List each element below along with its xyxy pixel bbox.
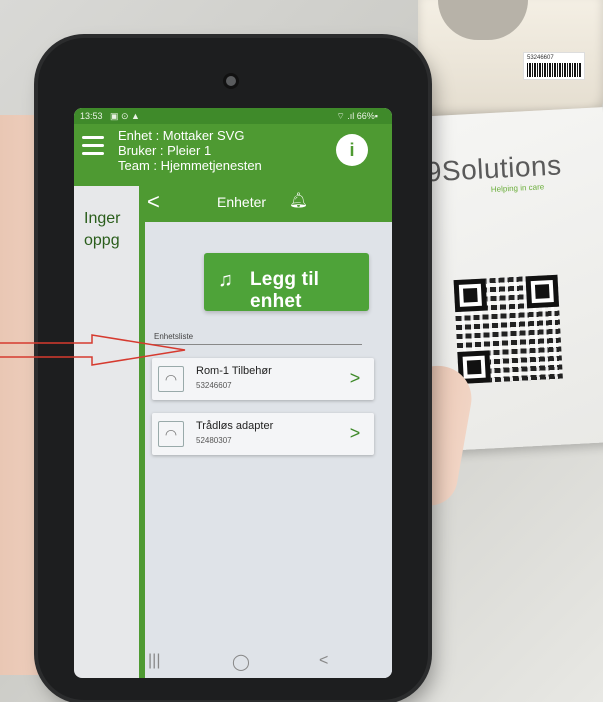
status-indicators: ▣ ⊙ ▲	[110, 111, 140, 121]
user-line: Bruker : Pleier 1	[118, 143, 212, 158]
chevron-right-icon[interactable]: >	[342, 421, 368, 447]
status-signal-battery: ⌔ .ıl 66%▪	[336, 111, 378, 121]
header-info: Enhet : Mottaker SVG Bruker : Pleier 1 T…	[118, 128, 262, 173]
add-device-label: Legg til enhet	[250, 269, 320, 312]
background-line: oppg	[84, 232, 120, 249]
device-name: Trådløs adapter	[196, 420, 274, 432]
add-device-button[interactable]: ♫ Legg til enhet	[204, 253, 369, 312]
nav-back-button[interactable]: <	[319, 652, 328, 670]
brand-tagline: Helping in care	[490, 182, 545, 195]
qr-eye	[525, 274, 560, 309]
barcode-bars	[527, 63, 581, 77]
background-message: Inger oppg	[84, 208, 120, 252]
qr-eye	[453, 278, 488, 313]
recent-apps-button[interactable]: |||	[148, 652, 160, 670]
bell-icon: ◠	[158, 421, 184, 447]
status-bar: 13:53 ▣ ⊙ ▲ ⌔ .ıl 66%▪	[74, 108, 392, 124]
back-icon[interactable]: <	[147, 188, 160, 216]
menu-icon[interactable]	[82, 136, 104, 155]
device-row[interactable]: ◠ Trådløs adapter 52480307 >	[152, 413, 374, 455]
background-line: Inger	[84, 210, 121, 227]
info-icon: i	[349, 140, 355, 160]
team-line: Team : Hjemmetjenesten	[118, 158, 262, 173]
annotation-arrow	[0, 334, 186, 366]
home-button[interactable]: ◯	[232, 652, 250, 672]
bell-plus-icon: ♫	[218, 269, 233, 291]
device-name: Rom-1 Tilbehør	[196, 365, 272, 377]
phone-screen: 13:53 ▣ ⊙ ▲ ⌔ .ıl 66%▪ Enhet : Mottaker …	[74, 108, 392, 678]
device-label-code: 53246607	[527, 55, 554, 61]
front-camera	[226, 76, 236, 86]
device-id: 52480307	[196, 436, 232, 445]
drawer-title: Enheter	[217, 194, 267, 210]
qr-code	[453, 274, 563, 385]
app-header: Enhet : Mottaker SVG Bruker : Pleier 1 T…	[74, 124, 392, 186]
drawer-header: < Enheter 🔔︎	[139, 186, 392, 222]
status-time: 13:53	[80, 111, 103, 121]
drawer-edge	[139, 186, 145, 678]
system-nav-bar: ||| ◯ <	[74, 646, 392, 678]
chevron-right-icon[interactable]: >	[342, 366, 368, 392]
device-id: 53246607	[196, 381, 232, 390]
help-button[interactable]: i	[336, 134, 368, 166]
device-barcode-label: 53246607	[523, 52, 585, 80]
bell-plus-icon: 🔔︎	[289, 192, 309, 209]
unit-line: Enhet : Mottaker SVG	[118, 128, 245, 143]
